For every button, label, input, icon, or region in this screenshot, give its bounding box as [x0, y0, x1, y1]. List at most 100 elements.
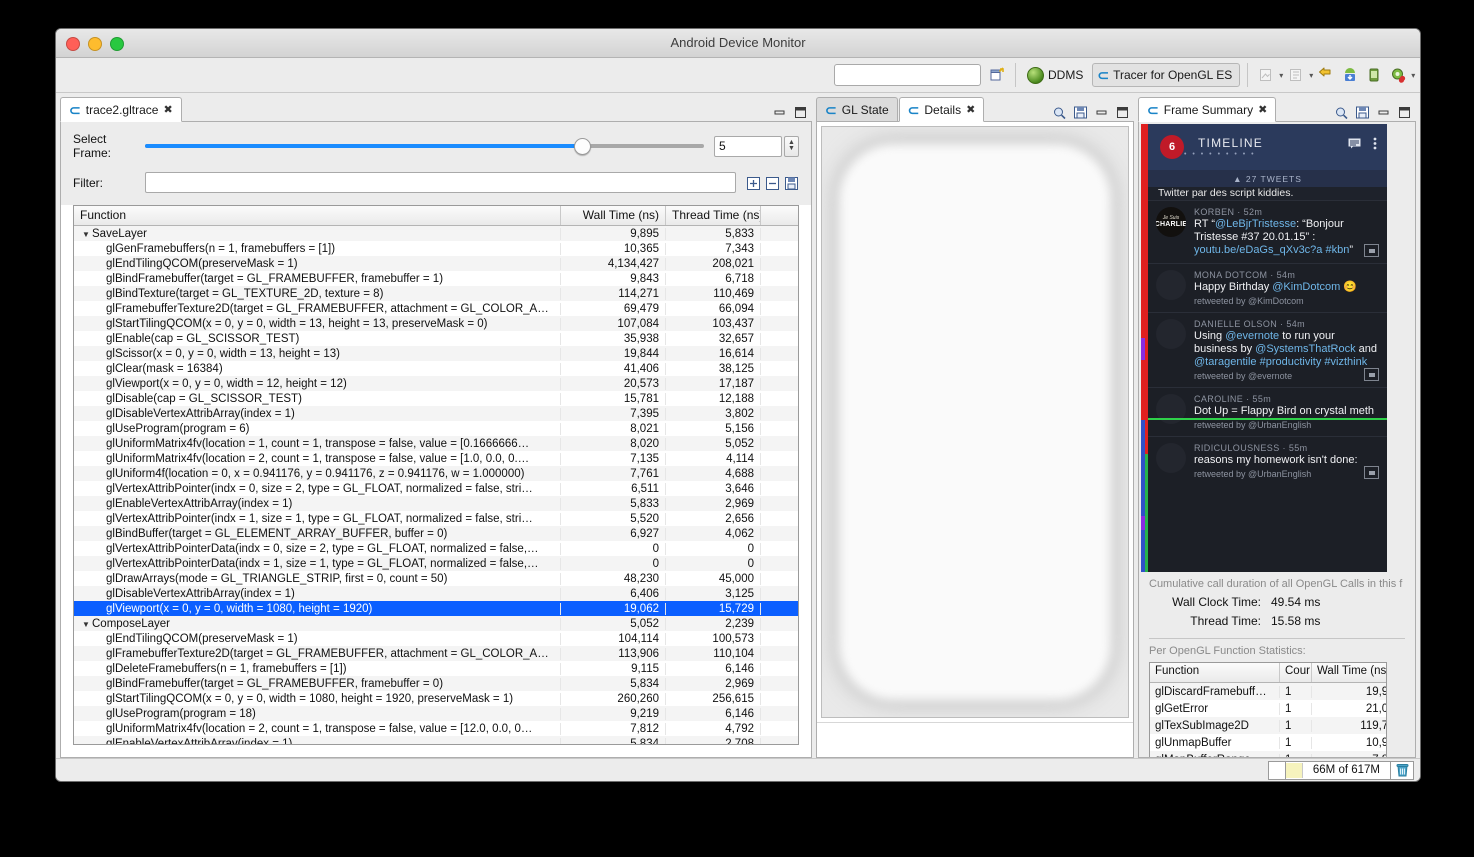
table-row[interactable]: glUseProgram(program = 6) 8,021 5,156 — [74, 421, 798, 436]
table-row[interactable]: glUseProgram(program = 18) 9,219 6,146 — [74, 706, 798, 721]
tweet-link[interactable]: @taragentile #productivity #vizthink — [1194, 356, 1367, 368]
debug-dropdown-caret[interactable]: ▾ — [1411, 71, 1415, 80]
blank-avatar[interactable] — [1156, 443, 1186, 473]
collapse-all-icon[interactable] — [765, 176, 780, 190]
charlie-avatar[interactable]: Je Suis CHARLIE — [1156, 207, 1186, 237]
media-card-icon[interactable] — [1364, 466, 1379, 479]
table-row[interactable]: glStartTilingQCOM(x = 0, y = 0, width = … — [74, 316, 798, 331]
stats-table-row[interactable]: glDiscardFramebuff…119,9481 — [1150, 683, 1386, 700]
screen-capture-icon[interactable] — [1255, 64, 1277, 86]
table-row[interactable]: ▼ ComposeLayer 5,052 2,239 — [74, 616, 798, 631]
table-row[interactable]: glViewport(x = 0, y = 0, width = 1080, h… — [74, 601, 798, 616]
maximize-icon[interactable] — [793, 106, 808, 119]
close-icon[interactable]: ✖ — [966, 103, 975, 116]
tweet-item[interactable]: DANIELLE OLSON · 54m Using @evernote to r… — [1148, 312, 1387, 387]
table-body[interactable]: ▼ SaveLayer 9,895 5,833 glGenFramebuffers(n … — [74, 226, 798, 744]
table-row[interactable]: glEndTilingQCOM(preserveMask = 1) 104,114… — [74, 631, 798, 646]
table-row[interactable]: glBindTexture(target = GL_TEXTURE_2D, te… — [74, 286, 798, 301]
tweet-item[interactable]: MONA DOTCOM · 54m Happy Birthday @KimDotc… — [1148, 263, 1387, 312]
trash-icon[interactable] — [1391, 760, 1414, 780]
table-row[interactable]: glEnableVertexAttribArray(index = 1) 5,83… — [74, 496, 798, 511]
table-row[interactable]: glGenFramebuffers(n = 1, framebuffers = … — [74, 241, 798, 256]
table-row[interactable]: glUniformMatrix4fv(location = 2, count =… — [74, 721, 798, 736]
zoom-icon[interactable] — [1052, 106, 1067, 120]
tweet-link[interactable]: @evernote — [1225, 330, 1279, 342]
table-row[interactable]: glBindFramebuffer(target = GL_FRAMEBUFFE… — [74, 271, 798, 286]
table-row[interactable]: glVertexAttribPointer(indx = 0, size = 2… — [74, 481, 798, 496]
table-row[interactable]: glScissor(x = 0, y = 0, width = 13, heig… — [74, 346, 798, 361]
tweet-item[interactable]: RIDICULOUSNESS · 55m reasons my homework … — [1148, 436, 1387, 485]
screen-capture-dropdown-caret[interactable]: ▾ — [1279, 71, 1283, 80]
table-row[interactable]: glVertexAttribPointerData(indx = 0, size… — [74, 541, 798, 556]
device-icon[interactable] — [1363, 64, 1385, 86]
table-row[interactable]: glUniformMatrix4fv(location = 2, count =… — [74, 451, 798, 466]
chevron-down-icon[interactable]: ▼ — [82, 230, 92, 239]
tracer-refresh-icon[interactable]: ⊂ — [1417, 64, 1420, 86]
table-row[interactable]: glFramebufferTexture2D(target = GL_FRAME… — [74, 646, 798, 661]
table-row[interactable]: glFramebufferTexture2D(target = GL_FRAME… — [74, 301, 798, 316]
filter-input[interactable] — [145, 172, 736, 193]
gl-calls-table[interactable]: Function Wall Time (ns) Thread Time (ns)… — [73, 205, 799, 745]
tweet-item[interactable]: CAROLINE · 55m Dot Up = Flappy Bird on cr… — [1148, 387, 1387, 436]
stats-table-row[interactable]: glGetError121,094 — [1150, 700, 1386, 717]
stats-column-function[interactable]: Function — [1150, 663, 1280, 682]
table-row[interactable]: glDisableVertexAttribArray(index = 1) 6,4… — [74, 586, 798, 601]
table-row[interactable]: glUniformMatrix4fv(location = 1, count =… — [74, 436, 798, 451]
maximize-icon[interactable] — [1397, 106, 1412, 119]
stats-table-row[interactable]: glUnmapBuffer110,989 — [1150, 734, 1386, 751]
tweets-count-bar[interactable]: ▲ 27 TWEETS — [1148, 170, 1387, 187]
maximize-icon[interactable] — [1115, 106, 1130, 119]
tweet-item[interactable]: Je Suis CHARLIE KORBEN · 52m RT “@LeBjrTris… — [1148, 200, 1387, 263]
minimize-icon[interactable] — [1094, 106, 1109, 119]
minimize-icon[interactable] — [1376, 106, 1391, 119]
device-download-icon[interactable] — [1339, 64, 1361, 86]
tweet-link[interactable]: @SystemsThatRock — [1255, 343, 1355, 355]
spinner-arrows-icon[interactable]: ▲ ▼ — [784, 135, 799, 157]
stats-table-body[interactable]: glDiscardFramebuff…119,9481glGetError121… — [1150, 683, 1386, 757]
table-row[interactable]: glBindBuffer(target = GL_ELEMENT_ARRAY_B… — [74, 526, 798, 541]
perspective-tracer[interactable]: ⊂ Tracer for OpenGL ES — [1092, 63, 1241, 87]
save-icon[interactable] — [1355, 106, 1370, 119]
column-header-thread-time[interactable]: Thread Time (ns) — [666, 206, 761, 225]
chevron-down-icon[interactable]: ▼ — [82, 620, 92, 629]
zoom-icon[interactable] — [1334, 106, 1349, 120]
column-header-function[interactable]: Function — [74, 206, 561, 225]
tab-trace2-gltrace[interactable]: ⊂ trace2.gltrace ✖ — [60, 97, 182, 122]
media-card-icon[interactable] — [1364, 244, 1379, 257]
layout-capture-icon[interactable] — [1285, 64, 1307, 86]
column-header-wall-time[interactable]: Wall Time (ns) — [561, 206, 666, 225]
import-icon[interactable] — [1315, 64, 1337, 86]
table-row[interactable]: glEndTilingQCOM(preserveMask = 1) 4,134,4… — [74, 256, 798, 271]
save-icon[interactable] — [784, 176, 799, 190]
stats-table-row[interactable]: glMapBufferRange17,812 — [1150, 751, 1386, 757]
stats-column-wall-time[interactable]: Wall Time (ns) — [1312, 663, 1386, 682]
tab-gl-state[interactable]: ⊂ GL State — [816, 97, 898, 121]
tweet-list[interactable]: Je Suis CHARLIE KORBEN · 52m RT “@LeBjrTris… — [1148, 200, 1387, 485]
blank-avatar[interactable] — [1156, 270, 1186, 300]
tweet-link[interactable]: youtu.be/eDaGs_qXv3c?a #kbn — [1194, 244, 1349, 256]
table-row[interactable]: glDrawArrays(mode = GL_TRIANGLE_STRIP, f… — [74, 571, 798, 586]
minimize-icon[interactable] — [772, 106, 787, 119]
toolbar-search-field[interactable] — [834, 64, 981, 86]
stats-table-row[interactable]: glTexSubImage2D1119,79111 — [1150, 717, 1386, 734]
table-row[interactable]: glDisableVertexAttribArray(index = 1) 7,3… — [74, 406, 798, 421]
table-row[interactable]: glViewport(x = 0, y = 0, width = 12, hei… — [74, 376, 798, 391]
tweet-link[interactable]: @KimDotcom — [1272, 281, 1340, 293]
close-icon[interactable]: ✖ — [1258, 103, 1267, 116]
tab-details[interactable]: ⊂ Details ✖ — [898, 97, 985, 122]
per-function-stats-table[interactable]: Function Cour Wall Time (ns) Thread T gl… — [1149, 662, 1387, 757]
new-window-icon[interactable] — [986, 64, 1008, 86]
tweet-link[interactable]: @LeBjrTristesse — [1215, 218, 1296, 230]
table-row[interactable]: glBindFramebuffer(target = GL_FRAMEBUFFE… — [74, 676, 798, 691]
table-row[interactable]: glUniform4f(location = 0, x = 0.941176, … — [74, 466, 798, 481]
table-row[interactable]: glVertexAttribPointerData(indx = 1, size… — [74, 556, 798, 571]
blank-avatar[interactable] — [1156, 319, 1186, 349]
stats-column-count[interactable]: Cour — [1280, 663, 1312, 682]
table-row[interactable]: glClear(mask = 16384) 41,406 38,125 — [74, 361, 798, 376]
debug-icon[interactable] — [1387, 64, 1409, 86]
save-icon[interactable] — [1073, 106, 1088, 119]
table-row[interactable]: glVertexAttribPointer(indx = 1, size = 1… — [74, 511, 798, 526]
layout-capture-dropdown-caret[interactable]: ▾ — [1309, 71, 1313, 80]
table-row[interactable]: glEnable(cap = GL_SCISSOR_TEST) 35,938 32,… — [74, 331, 798, 346]
close-icon[interactable]: ✖ — [163, 103, 172, 116]
